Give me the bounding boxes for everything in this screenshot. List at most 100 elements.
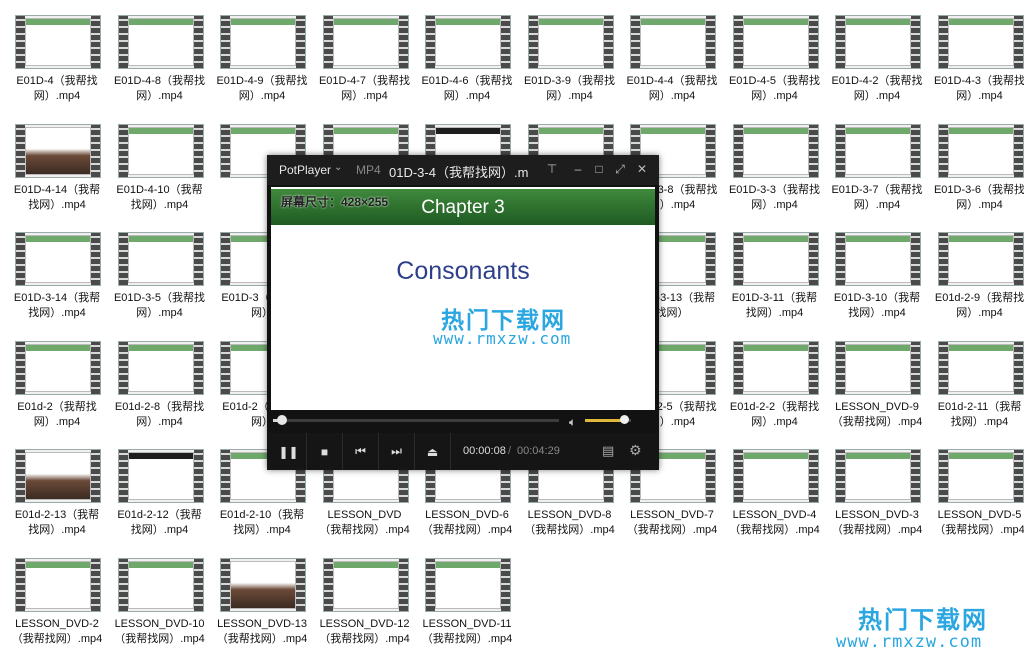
- file-item[interactable]: E01D-3-11（我帮找网）.mp4: [728, 227, 822, 327]
- file-item[interactable]: E01D-4-14（我帮找网）.mp4: [10, 119, 104, 219]
- file-item[interactable]: E01d-2-2（我帮找网）.mp4: [728, 336, 822, 436]
- file-item[interactable]: E01d-2-13（我帮找网）.mp4: [10, 444, 104, 544]
- thumbnail-frame: [845, 18, 911, 66]
- file-name: E01D-3-14（我帮找网）.mp4: [13, 292, 101, 319]
- film-strip: [118, 450, 128, 502]
- file-name: E01D-4-6（我帮找网）.mp4: [421, 75, 513, 102]
- minimize-icon[interactable]: –: [571, 162, 585, 176]
- file-name: E01D-4-7（我帮找网）.mp4: [318, 75, 411, 102]
- video-area[interactable]: Chapter 3 屏幕尺寸：428×255 Consonants 热门下载网 …: [271, 187, 655, 410]
- file-item[interactable]: E01D-4-3（我帮找网）.mp4: [933, 10, 1024, 110]
- file-item[interactable]: E01D-4-9（我帮找网）.mp4: [215, 10, 309, 110]
- file-item[interactable]: E01D-3-10（我帮找网）.mp4: [830, 227, 924, 327]
- file-item[interactable]: E01D-3-3（我帮找网）.mp4: [728, 119, 822, 219]
- film-strip: [221, 124, 230, 177]
- file-item[interactable]: E01D-4-2（我帮找网）.mp4: [830, 10, 924, 110]
- thumbnail-frame: [845, 452, 911, 500]
- file-item[interactable]: E01d-2-11（我帮找网）.mp4: [933, 336, 1024, 436]
- file-name: E01d-2（我帮找网）.mp4: [17, 400, 97, 428]
- volume-handle[interactable]: [620, 415, 630, 424]
- potplayer-window[interactable]: PotPlayer ⌄ MP4 01D-3-4（我帮找网）.m ⊤ – □ ⤢ …: [267, 155, 659, 470]
- settings-gear-icon[interactable]: ⚙︎: [629, 442, 642, 459]
- playlist-icon[interactable]: ▤: [602, 443, 614, 459]
- file-item[interactable]: E01D-4-5（我帮找网）.mp4: [728, 10, 822, 110]
- seek-handle[interactable]: [276, 415, 287, 425]
- eject-icon[interactable]: ⏏︎: [415, 433, 451, 470]
- file-name: E01D-4-8（我帮找网）.mp4: [113, 75, 206, 102]
- file-item[interactable]: E01D-4-8（我帮找网）.mp4: [113, 10, 207, 110]
- volume-icon[interactable]: 🔈︎: [569, 415, 576, 430]
- file-item[interactable]: E01d-2-8（我帮找网）.mp4: [113, 336, 207, 436]
- film-strip: [733, 233, 743, 285]
- format-label: MP4: [356, 163, 381, 177]
- thumbnail-frame: [25, 126, 91, 175]
- file-item[interactable]: E01D-3-5（我帮找网）.mp4: [113, 227, 207, 327]
- film-strip: [911, 124, 920, 177]
- film-strip: [221, 233, 230, 285]
- file-item[interactable]: LESSON_DVD-5（我帮找网）.mp4: [933, 444, 1024, 544]
- file-item[interactable]: E01d-2（我帮找网）.mp4: [10, 336, 104, 436]
- film-strip: [118, 16, 128, 68]
- file-item[interactable]: E01D-3-14（我帮找网）.mp4: [10, 227, 104, 327]
- file-name: LESSON_DVD-6（我帮找网）.mp4: [421, 509, 513, 536]
- file-item[interactable]: LESSON_DVD-13（我帮找网）.mp4: [215, 553, 309, 653]
- next-icon[interactable]: ⏭︎: [379, 433, 415, 470]
- player-titlebar[interactable]: PotPlayer ⌄ MP4 01D-3-4（我帮找网）.m ⊤ – □ ⤢ …: [267, 155, 659, 185]
- thumbnail-frame: [25, 452, 91, 500]
- film-strip: [836, 233, 845, 285]
- file-item[interactable]: LESSON_DVD-4（我帮找网）.mp4: [728, 444, 822, 544]
- file-item[interactable]: E01D-3-6（我帮找网）.mp4: [933, 119, 1024, 219]
- film-strip: [733, 341, 743, 394]
- thumbnail-frame: [742, 126, 809, 175]
- close-icon[interactable]: ✕: [635, 162, 649, 176]
- player-controls: ❚❚ ■ ⏮︎ ⏭︎ ⏏︎ 00:00:08 / 00:04:29 ▤ ⚙︎: [267, 433, 659, 470]
- player-brand-menu[interactable]: PotPlayer: [279, 163, 331, 177]
- file-name: LESSON_DVD-10（我帮找网）.mp4: [114, 617, 205, 645]
- film-strip: [118, 233, 128, 285]
- film-strip: [1013, 233, 1023, 285]
- file-item[interactable]: E01D-4-4（我帮找网）.mp4: [625, 10, 719, 110]
- file-item[interactable]: E01D-4-6（我帮找网）.mp4: [420, 10, 514, 110]
- film-strip: [91, 233, 100, 285]
- video-file-icon: [117, 123, 204, 178]
- file-item[interactable]: E01D-4-10（我帮找网）.mp4: [113, 119, 207, 219]
- thumbnail-frame: [537, 18, 604, 66]
- video-file-icon: [117, 557, 204, 612]
- file-item[interactable]: E01D-4-7（我帮找网）.mp4: [318, 10, 412, 110]
- film-strip: [733, 124, 743, 177]
- stop-icon[interactable]: ■: [307, 433, 343, 470]
- file-item[interactable]: E01d-2-9（我帮找网）.mp4: [933, 227, 1024, 327]
- file-name: E01d-2-8（我帮找网）.mp4: [114, 400, 205, 428]
- volume-slider[interactable]: [585, 415, 631, 424]
- film-strip: [221, 450, 230, 502]
- chevron-down-icon[interactable]: ⌄: [334, 162, 342, 173]
- thumbnail-frame: [742, 452, 809, 500]
- file-item[interactable]: LESSON_DVD-9（我帮找网）.mp4: [830, 336, 924, 436]
- file-item[interactable]: E01D-4（我帮找网）.mp4: [10, 10, 104, 110]
- pin-icon[interactable]: ⊤: [545, 162, 559, 176]
- previous-icon[interactable]: ⏮︎: [343, 433, 379, 470]
- file-name: E01D-4-2（我帮找网）.mp4: [831, 75, 923, 102]
- thumbnail-frame: [742, 18, 809, 66]
- file-name: E01d-2-2（我帮找网）.mp4: [729, 400, 820, 428]
- film-strip: [1013, 341, 1023, 394]
- video-file-icon: [15, 340, 101, 395]
- maximize-icon[interactable]: □: [592, 162, 606, 176]
- file-item[interactable]: LESSON_DVD-11（我帮找网）.mp4: [420, 553, 514, 653]
- thumbnail-frame: [742, 235, 809, 283]
- file-item[interactable]: E01D-3-7（我帮找网）.mp4: [830, 119, 924, 219]
- file-item[interactable]: LESSON_DVD-3（我帮找网）.mp4: [830, 444, 924, 544]
- film-strip: [938, 124, 948, 177]
- file-name: E01D-4-9（我帮找网）.mp4: [216, 75, 308, 102]
- file-item[interactable]: LESSON_DVD-2（我帮找网）.mp4: [10, 553, 104, 653]
- file-item[interactable]: LESSON_DVD-12（我帮找网）.mp4: [318, 553, 412, 653]
- file-item[interactable]: LESSON_DVD-10（我帮找网）.mp4: [113, 553, 207, 653]
- film-strip: [221, 558, 230, 611]
- pause-icon[interactable]: ❚❚: [271, 433, 307, 470]
- seek-bar[interactable]: [273, 415, 559, 425]
- film-strip: [501, 558, 510, 611]
- fullscreen-icon[interactable]: ⤢: [613, 162, 627, 177]
- file-name: E01D-3-5（我帮找网）.mp4: [113, 292, 206, 319]
- file-item[interactable]: E01D-3-9（我帮找网）.mp4: [523, 10, 617, 110]
- file-item[interactable]: E01d-2-12（我帮找网）.mp4: [113, 444, 207, 544]
